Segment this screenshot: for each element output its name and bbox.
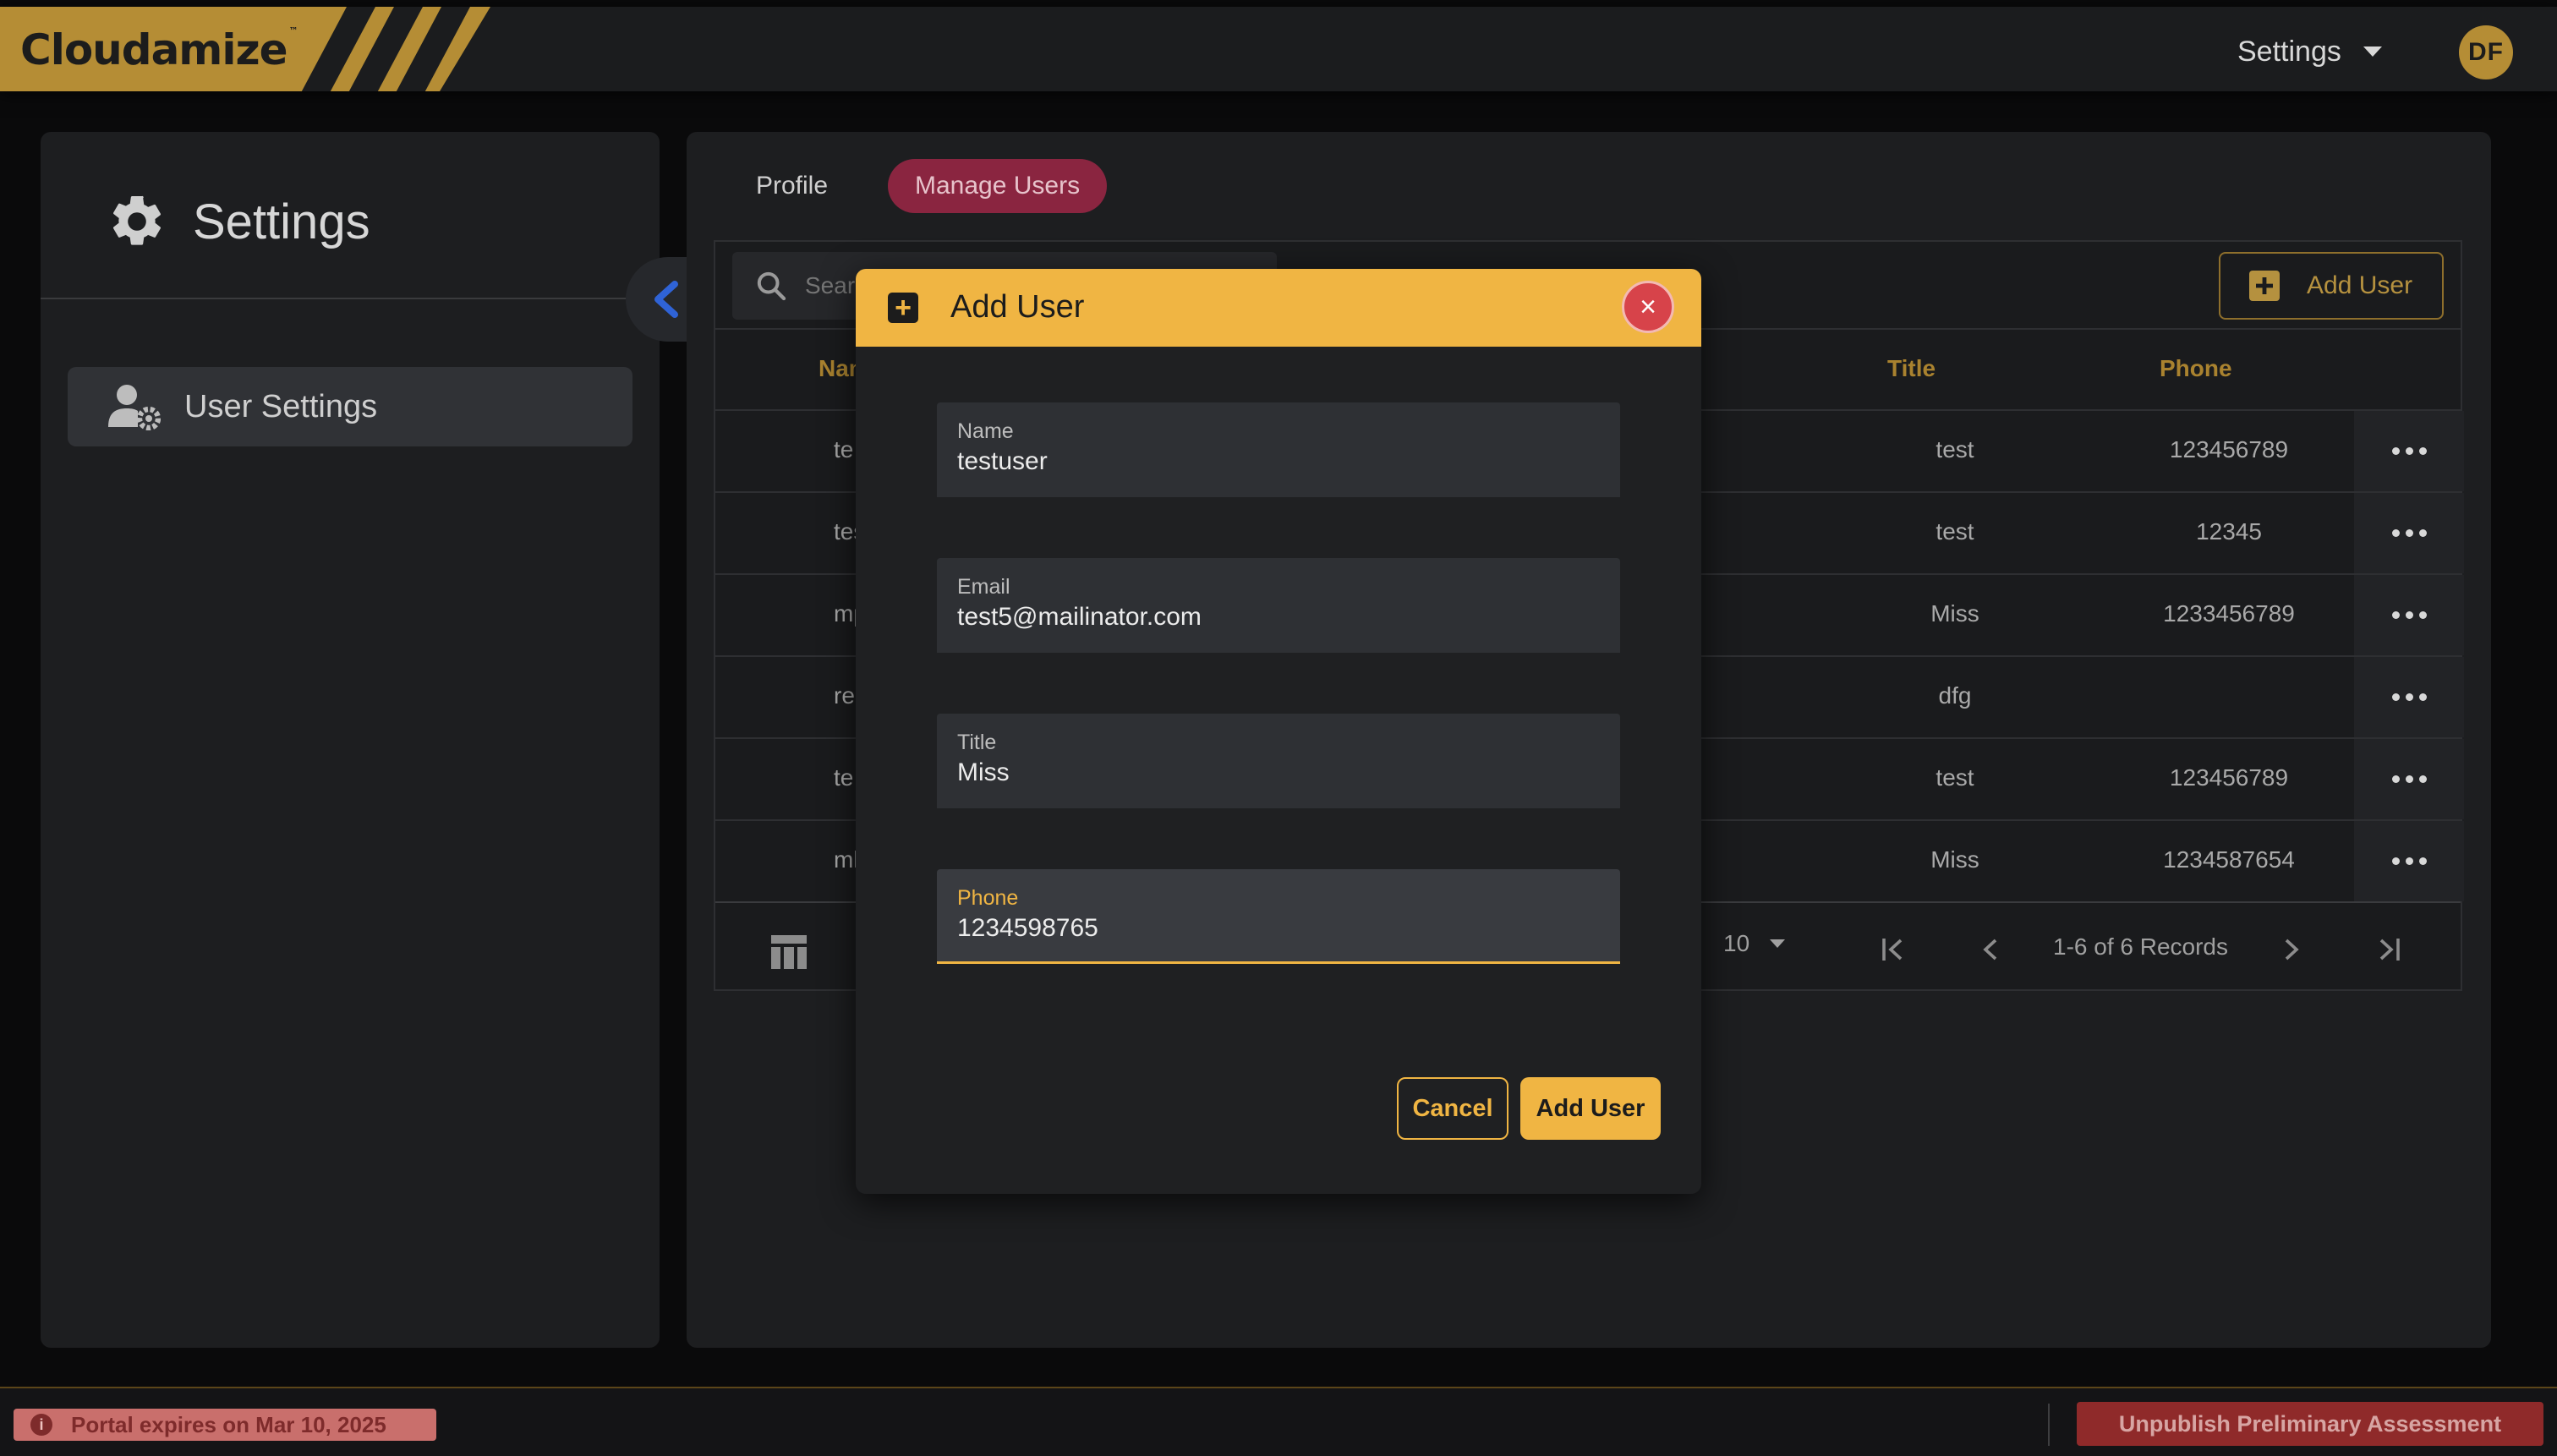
dialog-title: Add User bbox=[950, 289, 1085, 325]
chevron-left-icon bbox=[654, 281, 678, 318]
sidebar-header: Settings bbox=[107, 191, 370, 252]
avatar-initials: DF bbox=[2468, 38, 2504, 66]
tab-manage-users[interactable]: Manage Users bbox=[888, 159, 1108, 213]
title-input[interactable] bbox=[957, 758, 1600, 787]
expiry-banner: i Portal expires on Mar 10, 2025 bbox=[14, 1409, 436, 1441]
search-icon bbox=[757, 271, 786, 301]
plus-square-icon: + bbox=[888, 293, 918, 323]
top-bar: Cloudamize ™ Settings DF bbox=[0, 7, 2557, 91]
cell-title: Miss bbox=[1930, 846, 1979, 873]
title-field[interactable]: Title bbox=[937, 714, 1620, 808]
add-user-button-label: Add User bbox=[2307, 271, 2413, 299]
bottom-bar: i Portal expires on Mar 10, 2025 Unpubli… bbox=[0, 1387, 2557, 1456]
tab-profile[interactable]: Profile bbox=[739, 159, 845, 213]
cell-phone: 123456789 bbox=[2169, 764, 2289, 791]
more-dots-icon bbox=[2391, 775, 2400, 783]
field-label: Name bbox=[957, 419, 1014, 443]
caret-down-icon bbox=[2363, 47, 2382, 57]
avatar[interactable]: DF bbox=[2459, 25, 2513, 79]
phone-field[interactable]: Phone bbox=[937, 869, 1620, 964]
row-actions-menu[interactable] bbox=[2354, 411, 2464, 491]
sidebar-divider bbox=[41, 298, 660, 299]
tab-label: Manage Users bbox=[915, 172, 1081, 200]
row-actions-menu[interactable] bbox=[2354, 739, 2464, 819]
cell-phone: 123456789 bbox=[2169, 436, 2289, 463]
more-dots-icon bbox=[2391, 611, 2400, 619]
unpublish-assessment-button[interactable]: Unpublish Preliminary Assessment bbox=[2077, 1402, 2543, 1446]
sidebar-item-label: User Settings bbox=[184, 388, 378, 424]
app: Cloudamize ™ Settings DF Settings User S… bbox=[0, 0, 2557, 1456]
field-label: Email bbox=[957, 575, 1010, 599]
page-size-select[interactable]: 10 bbox=[1723, 930, 1786, 957]
row-actions-menu[interactable] bbox=[2354, 821, 2464, 901]
tab-label: Profile bbox=[756, 172, 829, 200]
pagination-records: 1-6 of 6 Records bbox=[2053, 933, 2228, 960]
cell-phone: 12345 bbox=[2196, 518, 2262, 545]
row-actions-menu[interactable] bbox=[2354, 575, 2464, 655]
info-icon: i bbox=[30, 1414, 52, 1436]
column-header-phone[interactable]: Phone bbox=[2160, 355, 2232, 382]
prev-page-icon[interactable] bbox=[1979, 937, 2001, 962]
gear-icon bbox=[112, 195, 162, 245]
email-field[interactable]: Email bbox=[937, 558, 1620, 653]
cancel-button[interactable]: Cancel bbox=[1397, 1077, 1508, 1140]
sidebar: Settings User Settings bbox=[41, 132, 707, 1348]
page-size-value: 10 bbox=[1723, 930, 1750, 956]
add-user-dialog: + Add User × Name Email Title Phone Canc… bbox=[856, 269, 1701, 1194]
caret-down-icon bbox=[1770, 939, 1786, 948]
settings-menu[interactable]: Settings bbox=[2237, 30, 2382, 73]
add-user-button[interactable]: Add User bbox=[2219, 252, 2444, 320]
name-input[interactable] bbox=[957, 447, 1600, 476]
cell-title: test bbox=[1936, 518, 1974, 545]
close-icon: × bbox=[1640, 291, 1656, 323]
cell-name: te bbox=[834, 436, 854, 463]
settings-menu-label: Settings bbox=[2237, 35, 2341, 68]
more-dots-icon bbox=[2391, 447, 2400, 455]
cell-title: Miss bbox=[1930, 600, 1979, 627]
row-actions-menu[interactable] bbox=[2354, 657, 2464, 737]
submit-add-user-button[interactable]: Add User bbox=[1520, 1077, 1661, 1140]
plus-square-icon bbox=[2249, 271, 2280, 301]
row-actions-menu[interactable] bbox=[2354, 493, 2464, 573]
cell-name: te bbox=[834, 764, 854, 791]
phone-input[interactable] bbox=[957, 914, 1600, 943]
brand-tm: ™ bbox=[288, 25, 298, 36]
cell-phone: 1233456789 bbox=[2163, 600, 2295, 627]
first-page-icon[interactable] bbox=[1881, 937, 1906, 962]
column-header-title[interactable]: Title bbox=[1887, 355, 1936, 382]
cell-title: test bbox=[1936, 436, 1974, 463]
more-dots-icon bbox=[2391, 693, 2400, 701]
field-label: Title bbox=[957, 731, 997, 754]
dialog-header: + Add User × bbox=[856, 269, 1701, 347]
next-page-icon[interactable] bbox=[2281, 937, 2303, 962]
cell-phone: 1234587654 bbox=[2163, 846, 2295, 873]
name-field[interactable]: Name bbox=[937, 402, 1620, 497]
sidebar-title: Settings bbox=[193, 194, 370, 249]
more-dots-icon bbox=[2391, 857, 2400, 865]
brand-logo[interactable]: Cloudamize ™ bbox=[20, 25, 298, 74]
cell-title: test bbox=[1936, 764, 1974, 791]
brand-name: Cloudamize bbox=[20, 25, 288, 74]
field-label: Phone bbox=[957, 886, 1019, 910]
close-dialog-button[interactable]: × bbox=[1622, 281, 1674, 333]
user-gear-icon bbox=[108, 385, 161, 430]
table-columns-icon[interactable] bbox=[771, 935, 807, 969]
last-page-icon[interactable] bbox=[2376, 937, 2401, 962]
cell-name: re bbox=[834, 682, 855, 709]
more-dots-icon bbox=[2391, 529, 2400, 537]
sidebar-item-user-settings[interactable]: User Settings bbox=[68, 367, 632, 446]
bottom-bar-divider bbox=[2048, 1404, 2050, 1446]
cell-title: dfg bbox=[1938, 682, 1972, 709]
email-input[interactable] bbox=[957, 603, 1600, 632]
expiry-text: Portal expires on Mar 10, 2025 bbox=[71, 1411, 386, 1437]
